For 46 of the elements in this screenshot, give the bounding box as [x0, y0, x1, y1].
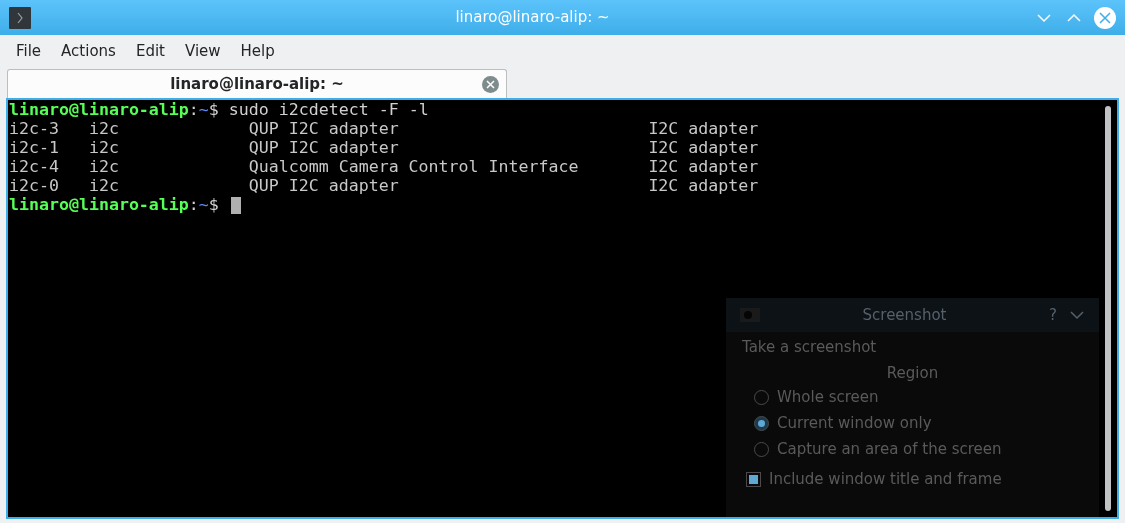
output-cell: i2c-3: [9, 119, 59, 139]
prompt-directory: ~: [198, 99, 209, 122]
radio-label: Current window only: [777, 414, 932, 432]
output-cell: QUP I2C adapter: [248, 119, 399, 139]
command-text: sudo i2cdetect -F -l: [228, 99, 429, 122]
output-cell: i2c: [88, 138, 119, 158]
window-title: linaro@linaro-alip: ~: [455, 7, 610, 29]
output-cell: i2c: [88, 119, 119, 139]
dialog-title: Screenshot: [862, 304, 947, 326]
output-cell: I2C adapter: [648, 176, 759, 196]
menu-item[interactable]: Actions: [51, 40, 126, 63]
prompt-symbol: $: [208, 99, 219, 122]
prompt-separator: :: [188, 99, 199, 122]
group-label: Region: [886, 364, 939, 382]
output-cell: I2C adapter: [648, 138, 759, 158]
terminal-tab[interactable]: linaro@linaro-alip: ~: [7, 69, 507, 98]
menu-item[interactable]: Edit: [125, 40, 175, 63]
prompt-directory: ~: [198, 194, 209, 217]
checkbox-label: Include window title and frame: [769, 470, 1002, 488]
terminal-area[interactable]: [6, 98, 1119, 519]
prompt-user: linaro@linaro-alip: [9, 194, 189, 217]
output-cell: i2c: [88, 176, 119, 196]
output-cell: i2c-0: [9, 176, 59, 196]
prompt-user: linaro@linaro-alip: [9, 99, 189, 122]
output-cell: i2c-4: [9, 157, 59, 177]
output-cell: QUP I2C adapter: [248, 176, 399, 196]
radio-button[interactable]: [754, 415, 769, 431]
menu-item[interactable]: File: [6, 40, 52, 63]
dialog-heading: Take a screenshot: [742, 338, 878, 356]
prompt-separator: :: [188, 194, 199, 217]
close-icon[interactable]: [1094, 6, 1116, 29]
output-cell: i2c-1: [9, 138, 59, 158]
output-cell: Qualcomm Camera Control Interface: [248, 157, 579, 177]
output-cell: I2C adapter: [648, 157, 759, 177]
radio-label: Whole screen: [777, 388, 879, 406]
output-cell: QUP I2C adapter: [248, 138, 399, 158]
menu-item[interactable]: View: [174, 40, 231, 63]
menu-item[interactable]: Help: [230, 40, 285, 63]
scrollbar[interactable]: [1105, 106, 1111, 511]
checkbox[interactable]: [746, 471, 761, 487]
close-tab-icon[interactable]: [482, 75, 499, 93]
output-cell: I2C adapter: [648, 119, 759, 139]
terminal-app-icon: [9, 6, 31, 29]
radio-label: Capture an area of the screen: [777, 440, 1002, 458]
prompt-symbol: $: [208, 194, 219, 217]
output-cell: i2c: [88, 157, 119, 177]
